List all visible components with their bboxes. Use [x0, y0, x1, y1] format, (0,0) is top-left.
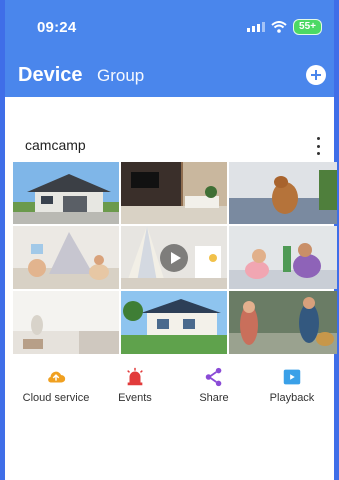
preview-backyard [121, 291, 227, 354]
app-header: 09:24 55+ Device Group [5, 0, 334, 97]
tab-device[interactable]: Device [18, 64, 83, 87]
preview-house-exterior [13, 162, 119, 224]
alarm-light-icon [127, 367, 143, 386]
share-label: Share [199, 392, 229, 404]
events-label: Events [118, 392, 152, 404]
add-device-button[interactable] [306, 65, 326, 85]
tab-group[interactable]: Group [97, 66, 144, 86]
preview-family-dog [229, 291, 337, 354]
preview-kids-playing [229, 226, 337, 289]
playback-icon [283, 369, 301, 385]
play-icon[interactable] [160, 243, 188, 272]
share-icon [205, 367, 222, 387]
share-button[interactable]: Share [169, 366, 259, 404]
camera-preview-grid[interactable] [13, 162, 337, 356]
preview-empty-room [13, 291, 119, 354]
preview-living-room [121, 162, 227, 224]
preview-kids-tent [13, 226, 119, 289]
status-icons: 55+ [247, 18, 322, 36]
device-actions: Cloud service Events Share Playback [13, 366, 335, 406]
playback-label: Playback [269, 392, 315, 404]
cloud-service-button[interactable]: Cloud service [11, 366, 101, 404]
preview-tipi-room[interactable] [121, 226, 227, 289]
cellular-signal-icon [247, 22, 266, 32]
events-button[interactable]: Events [90, 366, 180, 404]
preview-dog [229, 162, 337, 224]
playback-button[interactable]: Playback [247, 366, 337, 404]
battery-badge: 55+ [293, 19, 322, 35]
status-time: 09:24 [37, 19, 77, 36]
more-options-button[interactable] [314, 137, 322, 155]
cloud-icon [48, 371, 66, 383]
device-name: camcamp [25, 137, 86, 153]
wifi-icon [271, 21, 287, 33]
cloud-service-label: Cloud service [22, 392, 90, 404]
